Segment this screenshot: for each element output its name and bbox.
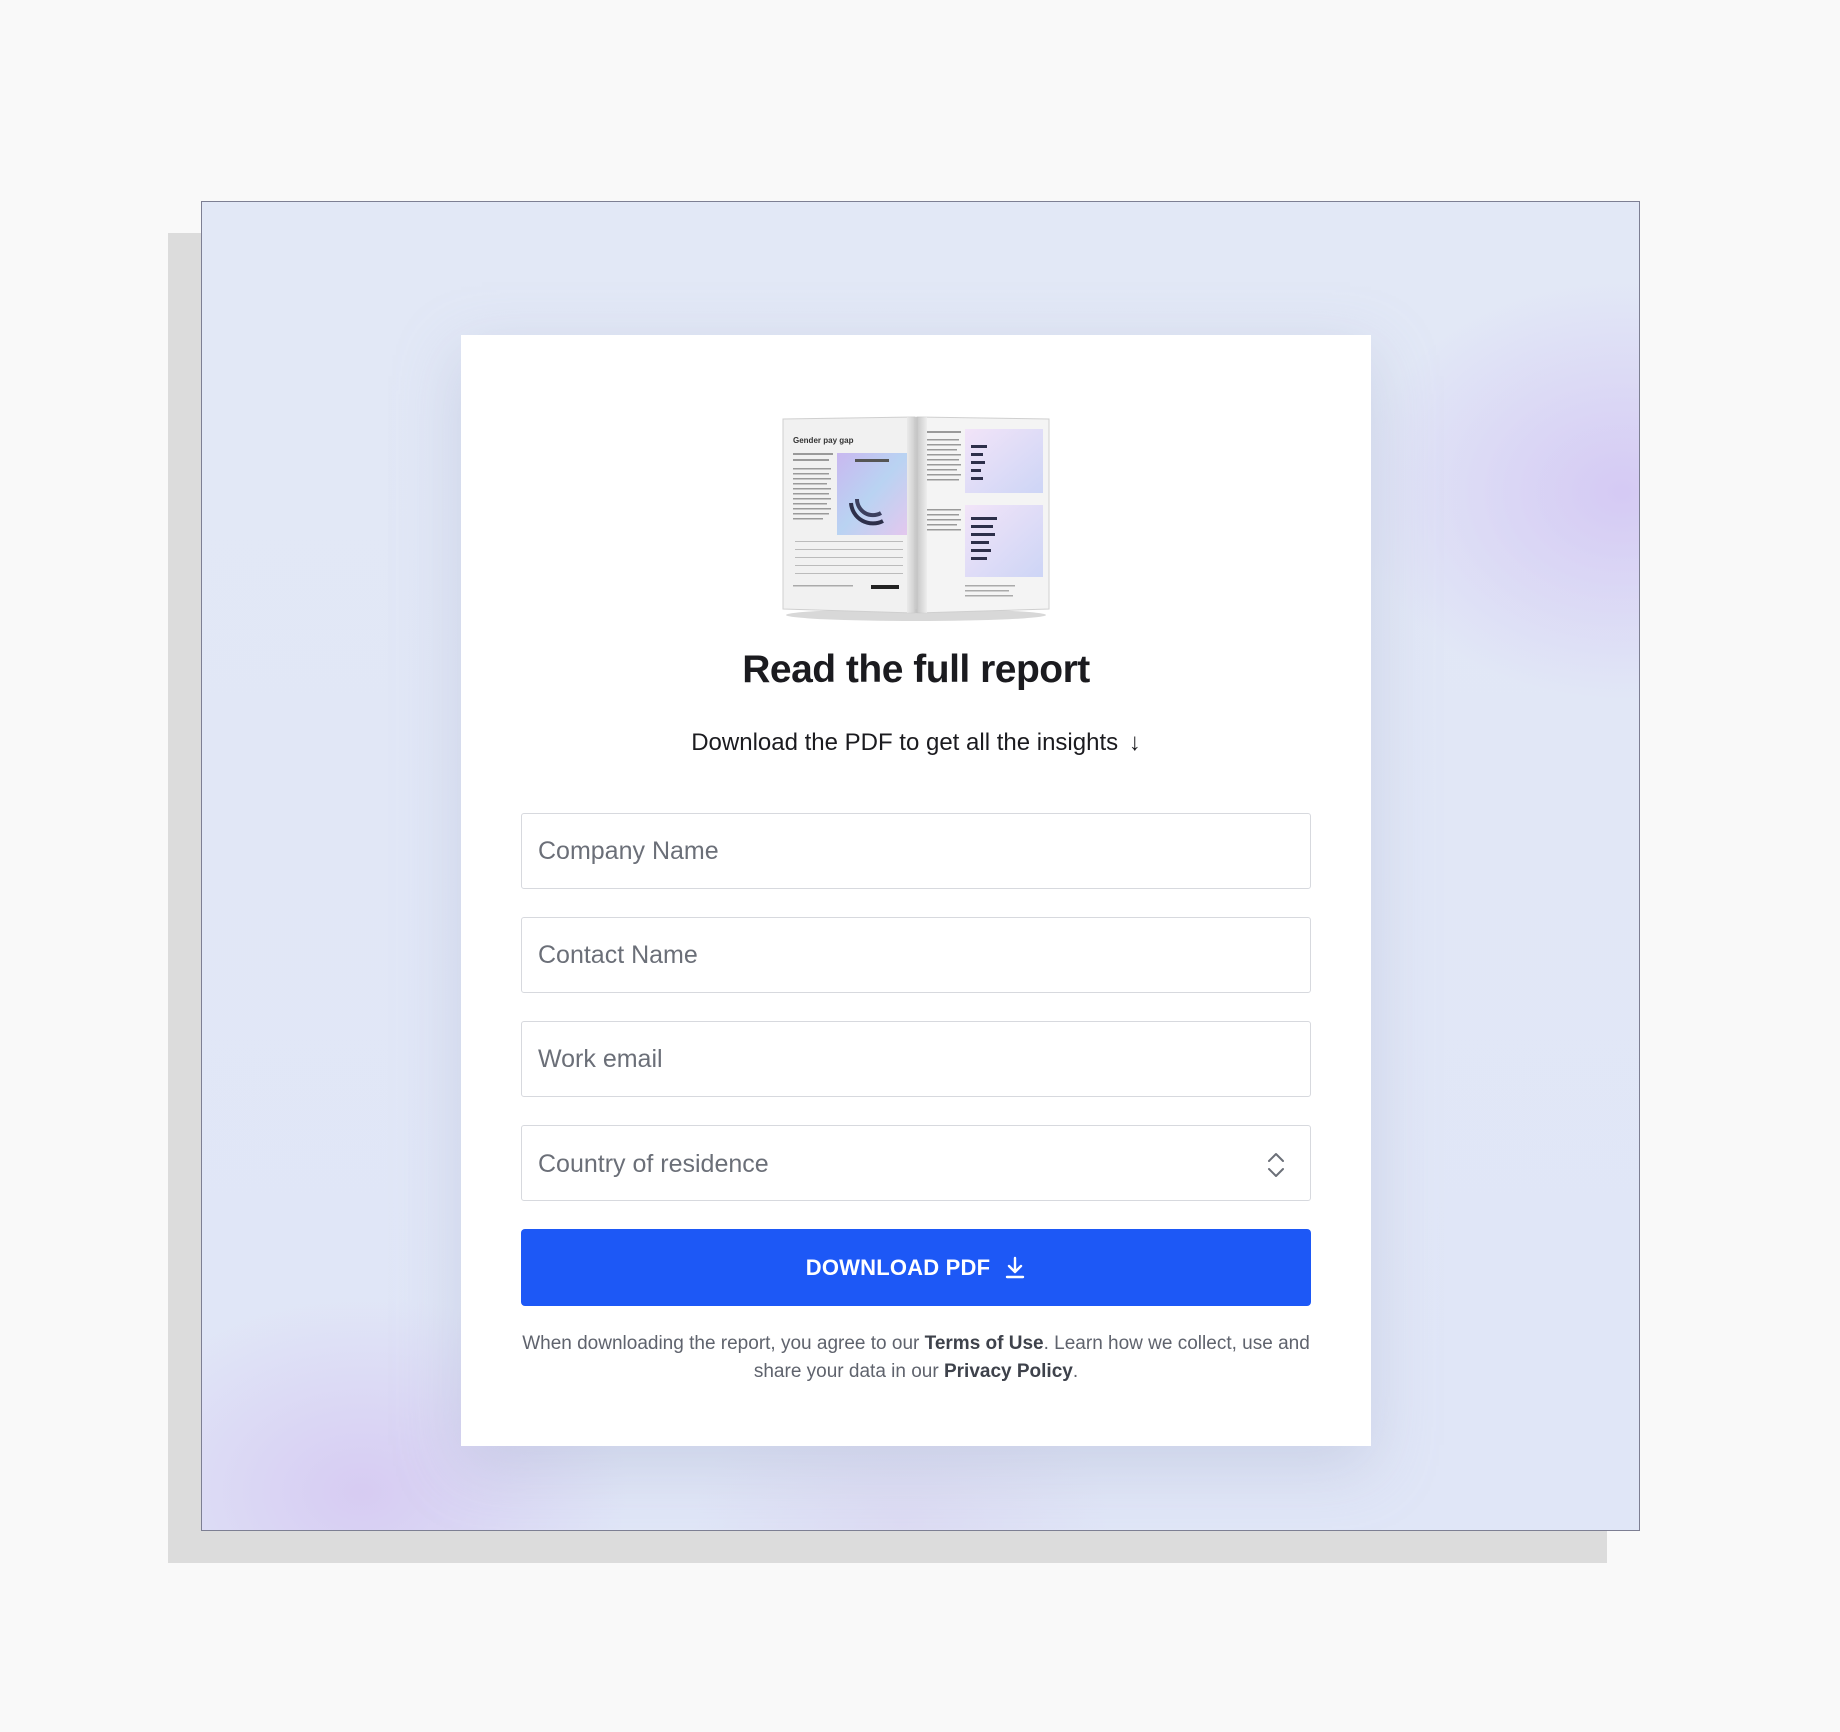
work-email-field	[521, 1021, 1311, 1097]
legal-text-3: .	[1072, 1361, 1079, 1382]
contact-name-input[interactable]	[522, 918, 1310, 992]
page-title: Read the full report	[742, 648, 1090, 691]
chevron-up-down-icon	[1268, 1153, 1284, 1177]
work-email-input[interactable]	[522, 1022, 1310, 1096]
preview-frame: Gender pay gap Read the full report Down…	[201, 201, 1640, 1531]
company-name-field	[521, 813, 1311, 889]
report-preview-image: Gender pay gap	[782, 416, 1050, 621]
contact-name-field	[521, 917, 1311, 993]
download-pdf-button[interactable]: DOWNLOAD PDF	[521, 1229, 1311, 1306]
terms-of-use-link[interactable]: Terms of Use	[925, 1333, 1044, 1354]
page-subtitle: Download the PDF to get all the insights…	[461, 729, 1371, 757]
report-preview-heading: Gender pay gap	[793, 436, 854, 445]
legal-text-1: When downloading the report, you agree t…	[522, 1333, 920, 1354]
company-name-input[interactable]	[522, 814, 1310, 888]
subtitle-text: Download the PDF to get all the insights	[691, 729, 1119, 756]
country-select[interactable]: Country of residence	[521, 1125, 1311, 1201]
privacy-policy-link[interactable]: Privacy Policy	[944, 1361, 1073, 1382]
arrow-down-icon: ↓	[1128, 729, 1141, 756]
legal-notice: When downloading the report, you agree t…	[521, 1330, 1311, 1386]
country-select-value: Country of residence	[538, 1150, 769, 1178]
download-card: Gender pay gap Read the full report Down…	[461, 335, 1371, 1446]
download-icon	[1006, 1256, 1025, 1278]
download-pdf-label: DOWNLOAD PDF	[805, 1254, 991, 1280]
